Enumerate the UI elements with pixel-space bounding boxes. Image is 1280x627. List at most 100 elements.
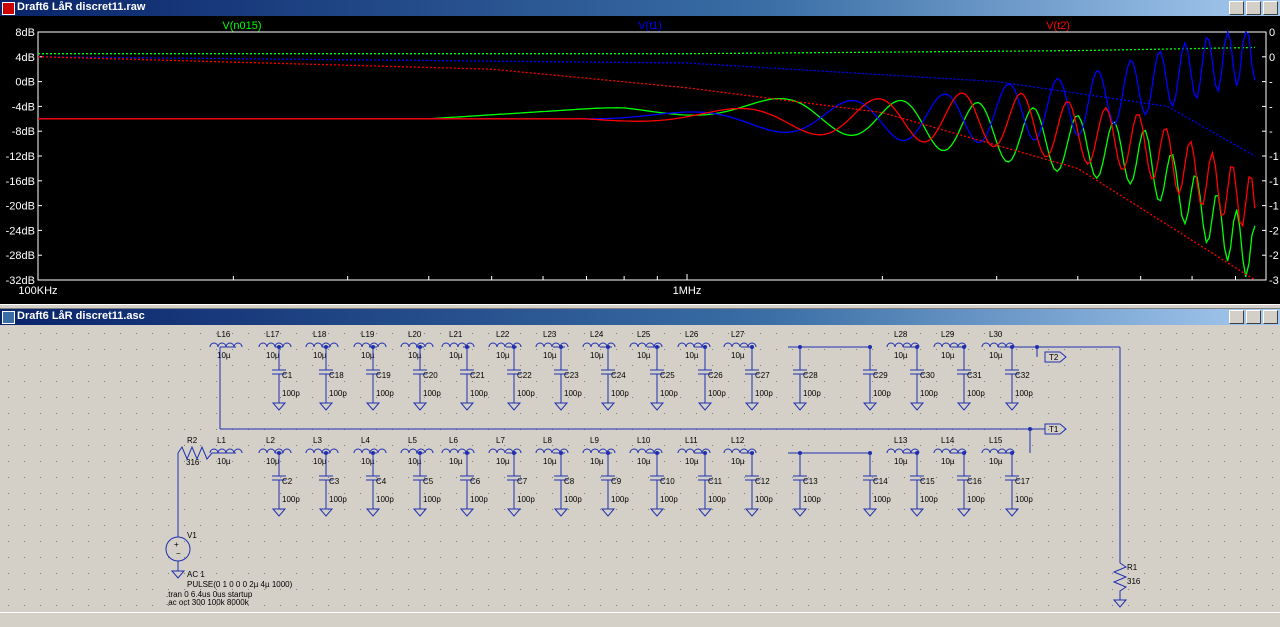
grid-dot [1064, 493, 1065, 494]
restore-button[interactable] [1246, 1, 1261, 15]
grid-dot [392, 573, 393, 574]
grid-dot [808, 589, 809, 590]
grid-dot [744, 477, 745, 478]
grid-dot [872, 525, 873, 526]
grid-dot [1112, 605, 1113, 606]
grid-dot [120, 397, 121, 398]
grid-dot [776, 381, 777, 382]
grid-dot [8, 589, 9, 590]
grid-dot [1080, 509, 1081, 510]
grid-dot [488, 477, 489, 478]
grid-dot [360, 349, 361, 350]
grid-dot [1192, 381, 1193, 382]
grid-dot [664, 525, 665, 526]
grid-dot [1208, 397, 1209, 398]
grid-dot [1080, 589, 1081, 590]
grid-dot [408, 525, 409, 526]
close-button[interactable] [1263, 1, 1278, 15]
grid-dot [392, 461, 393, 462]
y-tick-label: 8dB [15, 27, 35, 39]
grid-dot [296, 557, 297, 558]
grid-dot [376, 541, 377, 542]
grid-dot [40, 445, 41, 446]
waveform-plot-pane[interactable]: V(n015) V(t1) V(t2) 8dB 4dB 0dB -4dB -8dB -12dB -… [0, 16, 1280, 304]
grid-dot [1240, 509, 1241, 510]
grid-dot [520, 413, 521, 414]
grid-dot [88, 477, 89, 478]
grid-dot [328, 589, 329, 590]
grid-dot [40, 365, 41, 366]
inductor-value: 10µ [941, 457, 955, 466]
grid-dot [1128, 509, 1129, 510]
grid-dot [680, 461, 681, 462]
grid-dot [280, 557, 281, 558]
grid-dot [1128, 445, 1129, 446]
inductor-label: L21 [449, 330, 463, 339]
grid-dot [744, 365, 745, 366]
schematic-canvas[interactable]: L1610µL1710µL1810µL1910µL2010µL2110µL221… [0, 325, 1280, 612]
grid-dot [600, 381, 601, 382]
grid-dot [328, 349, 329, 350]
grid-dot [328, 413, 329, 414]
grid-dot [88, 381, 89, 382]
grid-dot [24, 461, 25, 462]
grid-dot [872, 333, 873, 334]
v1-ac-label: AC 1 [187, 570, 205, 579]
grid-dot [680, 381, 681, 382]
grid-dot [216, 509, 217, 510]
grid-dot [984, 541, 985, 542]
grid-dot [232, 541, 233, 542]
grid-dot [456, 365, 457, 366]
plot-window-titlebar[interactable]: Draft6 LåR discret11.raw [0, 0, 1280, 16]
grid-dot [488, 397, 489, 398]
grid-dot [1128, 349, 1129, 350]
grid-dot [1272, 445, 1273, 446]
grid-dot [1176, 605, 1177, 606]
grid-dot [968, 557, 969, 558]
grid-dot [424, 573, 425, 574]
grid-dot [1224, 477, 1225, 478]
grid-dot [920, 381, 921, 382]
grid-dot [296, 333, 297, 334]
grid-dot [280, 525, 281, 526]
grid-dot [1272, 397, 1273, 398]
grid-dot [808, 445, 809, 446]
inductor-value: 10µ [637, 457, 651, 466]
capacitor-value: 100p [1015, 389, 1033, 398]
grid-dot [280, 605, 281, 606]
restore-button[interactable] [1246, 310, 1261, 324]
grid-dot [664, 445, 665, 446]
grid-dot [1144, 525, 1145, 526]
grid-dot [744, 557, 745, 558]
grid-dot [872, 589, 873, 590]
grid-dot [728, 349, 729, 350]
close-button[interactable] [1263, 310, 1278, 324]
r2-label: R2 [187, 436, 198, 445]
bode-plot[interactable]: V(n015) V(t1) V(t2)8dB4dB0dB-4dB-8dB-12dB-… [0, 16, 1280, 304]
grid-dot [1016, 445, 1017, 446]
grid-dot [120, 573, 121, 574]
grid-dot [136, 605, 137, 606]
grid-dot [824, 477, 825, 478]
grid-dot [1256, 445, 1257, 446]
grid-dot [952, 525, 953, 526]
grid-dot [56, 349, 57, 350]
grid-dot [952, 381, 953, 382]
grid-dot [1128, 605, 1129, 606]
grid-dot [104, 333, 105, 334]
grid-dot [584, 381, 585, 382]
minimize-button[interactable] [1229, 1, 1244, 15]
grid-dot [152, 493, 153, 494]
minimize-button[interactable] [1229, 310, 1244, 324]
grid-dot [264, 349, 265, 350]
grid-dot [728, 493, 729, 494]
inductor-value: 10µ [989, 351, 1003, 360]
grid-dot [168, 349, 169, 350]
grid-dot [88, 525, 89, 526]
schematic-window-titlebar[interactable]: Draft6 LåR discret11.asc [0, 309, 1280, 325]
grid-dot [344, 365, 345, 366]
schematic-pane[interactable]: L16 10µ L17 10µ L18 10µ L19 10µ L20 10µ L21 10µ L22 1… [0, 325, 1280, 612]
grid-dot [360, 493, 361, 494]
grid-dot [504, 445, 505, 446]
capacitor-value: 100p [967, 389, 985, 398]
